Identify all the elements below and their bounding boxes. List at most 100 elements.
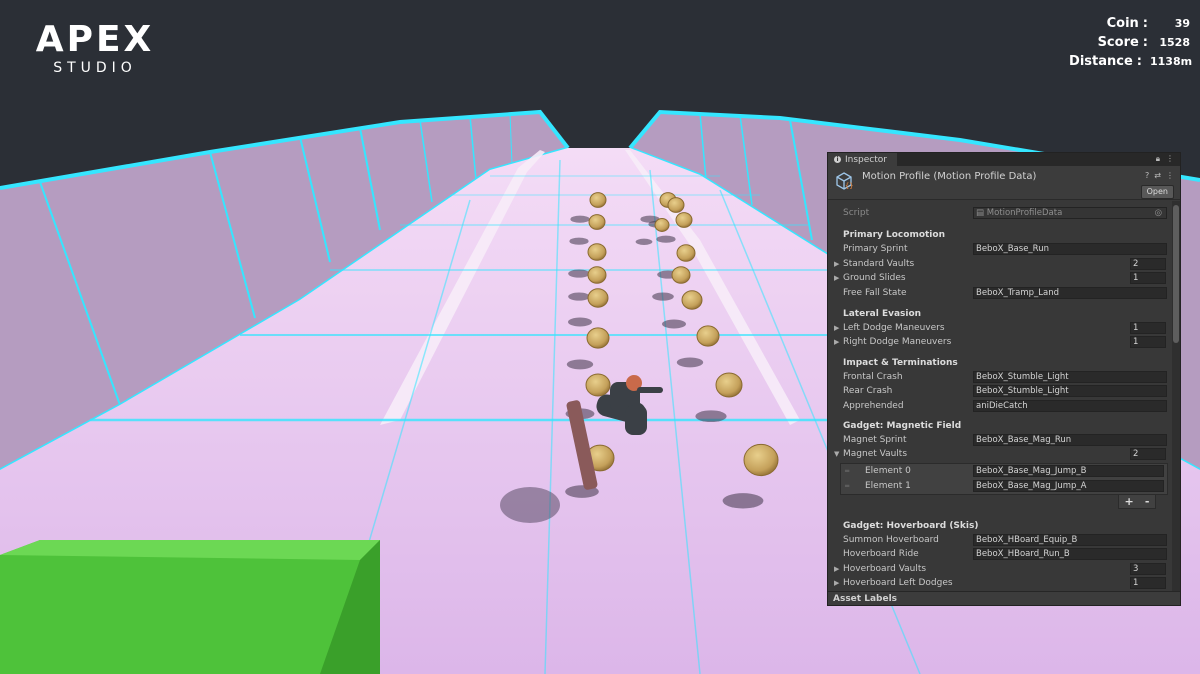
apprehended-field[interactable]: aniDieCatch — [973, 400, 1167, 412]
hoverboard-vaults-size[interactable]: 3 — [1130, 563, 1166, 575]
left-dodge-size[interactable]: 1 — [1130, 322, 1166, 334]
coin — [586, 327, 610, 349]
inspector-tabbar: i Inspector 🔒︎ ⋮ — [828, 153, 1180, 166]
tab-inspector-label: Inspector — [845, 154, 887, 165]
expand-arrow-icon[interactable]: ▶ — [834, 579, 839, 587]
remove-element-button[interactable]: - — [1145, 495, 1150, 508]
rear-crash-field[interactable]: BeboX_Stumble_Light — [973, 385, 1167, 397]
rear-crash-label: Rear Crash — [843, 386, 893, 396]
summon-hoverboard-field[interactable]: BeboX_HBoard_Equip_B — [973, 534, 1167, 546]
coin-shadow — [662, 319, 686, 329]
info-icon: i — [834, 156, 841, 163]
coin — [667, 197, 685, 213]
expand-arrow-icon[interactable]: ▶ — [834, 324, 839, 332]
magnet-vaults-label: Magnet Vaults — [843, 449, 908, 459]
primary-sprint-label: Primary Sprint — [843, 244, 908, 254]
section-hoverboard-title: Gadget: Hoverboard (Skis) — [843, 521, 979, 531]
studio-logo: APEX STUDIO — [30, 19, 160, 77]
coin-shadow — [676, 357, 704, 368]
row-hoverboard-left-dodges[interactable]: ▶ Hoverboard Left Dodges 1 — [828, 576, 1172, 590]
section-hoverboard: Gadget: Hoverboard (Skis) — [828, 519, 1172, 533]
coin-shadow — [722, 493, 764, 509]
inspector-body: Script ▤ MotionProfileData ◎ Primary Loc… — [828, 201, 1172, 591]
magnet-vaults-list: ═ Element 0 BeboX_Base_Mag_Jump_B ═ Elem… — [840, 463, 1168, 495]
hoverboard-left-dodges-size[interactable]: 1 — [1130, 577, 1166, 589]
right-dodge-size[interactable]: 1 — [1130, 336, 1166, 348]
coin — [676, 244, 696, 262]
open-button[interactable]: Open — [1140, 185, 1174, 199]
coin-shadow — [568, 292, 590, 301]
context-menu-icon[interactable]: ⋮ — [1166, 171, 1174, 180]
free-fall-field[interactable]: BeboX_Tramp_Land — [973, 287, 1167, 299]
free-fall-label: Free Fall State — [843, 288, 907, 298]
coin — [696, 325, 720, 347]
list-item[interactable]: ═ Element 1 BeboX_Base_Mag_Jump_A — [841, 479, 1167, 494]
expand-arrow-icon[interactable]: ▶ — [834, 274, 839, 282]
logo-main-text: APEX — [35, 19, 155, 60]
coin-shadow — [566, 359, 594, 370]
magnet-vaults-size[interactable]: 2 — [1130, 448, 1166, 460]
magnet-sprint-field[interactable]: BeboX_Base_Mag_Run — [973, 434, 1167, 446]
script-file-icon: ▤ — [976, 208, 987, 218]
list-item[interactable]: ═ Element 0 BeboX_Base_Mag_Jump_B — [841, 464, 1167, 479]
lock-icon[interactable]: 🔒︎ — [1156, 154, 1160, 164]
hud-score-colon: : — [1142, 35, 1148, 50]
inspector-scroll-thumb[interactable] — [1173, 205, 1179, 343]
row-hoverboard-vaults[interactable]: ▶ Hoverboard Vaults 3 — [828, 562, 1172, 576]
element-1-field[interactable]: BeboX_Base_Mag_Jump_A — [973, 480, 1164, 492]
preset-icon[interactable]: ⇄ — [1154, 171, 1161, 180]
hud-score-value: 1528 — [1159, 36, 1190, 49]
coin-shadow — [568, 317, 592, 327]
green-obstacle — [0, 540, 380, 674]
drag-handle-icon[interactable]: ═ — [845, 467, 849, 475]
element-0-field[interactable]: BeboX_Base_Mag_Jump_B — [973, 465, 1164, 477]
expand-arrow-icon[interactable]: ▶ — [834, 338, 839, 346]
row-standard-vaults[interactable]: ▶ Standard Vaults 2 — [828, 257, 1172, 271]
hud-score-label: Score — [1097, 35, 1139, 50]
row-ground-slides[interactable]: ▶ Ground Slides 1 — [828, 271, 1172, 285]
more-menu-icon[interactable]: ⋮ — [1166, 154, 1174, 164]
add-element-button[interactable]: + — [1125, 495, 1134, 508]
hoverboard-ride-field[interactable]: BeboX_HBoard_Run_B — [973, 548, 1167, 560]
frontal-crash-field[interactable]: BeboX_Stumble_Light — [973, 371, 1167, 383]
drag-handle-icon[interactable]: ═ — [845, 482, 849, 490]
asset-title: Motion Profile (Motion Profile Data) — [862, 171, 1037, 182]
asset-labels-bar[interactable]: Asset Labels — [828, 591, 1180, 605]
tab-inspector[interactable]: i Inspector — [828, 153, 897, 166]
script-field: ▤ MotionProfileData ◎ — [973, 207, 1167, 219]
coin-shadow — [569, 237, 589, 245]
coin-shadow — [695, 410, 727, 423]
left-dodge-label: Left Dodge Maneuvers — [843, 323, 945, 333]
coin — [715, 372, 743, 398]
script-row: Script ▤ MotionProfileData ◎ — [828, 206, 1172, 220]
section-magnet-title: Gadget: Magnetic Field — [843, 421, 962, 431]
collapse-arrow-icon[interactable]: ▼ — [834, 450, 839, 458]
section-magnet: Gadget: Magnetic Field — [828, 419, 1172, 433]
standard-vaults-size[interactable]: 2 — [1130, 258, 1166, 270]
coin — [588, 214, 606, 230]
apprehended-label: Apprehended — [843, 401, 904, 411]
coin — [587, 243, 607, 261]
coin — [675, 212, 693, 228]
row-rear-crash: Rear Crash BeboX_Stumble_Light — [828, 384, 1172, 398]
expand-arrow-icon[interactable]: ▶ — [834, 260, 839, 268]
hud-coin-label: Coin — [1106, 16, 1139, 31]
inspector-panel: i Inspector 🔒︎ ⋮ {} Motion Profile (Moti… — [827, 152, 1181, 606]
hud-distance-label: Distance — [1069, 54, 1133, 69]
ground-slides-size[interactable]: 1 — [1130, 272, 1166, 284]
row-right-dodge[interactable]: ▶ Right Dodge Maneuvers 1 — [828, 335, 1172, 349]
row-apprehended: Apprehended aniDieCatch — [828, 399, 1172, 413]
hoverboard-vaults-label: Hoverboard Vaults — [843, 564, 927, 574]
row-left-dodge[interactable]: ▶ Left Dodge Maneuvers 1 — [828, 321, 1172, 335]
expand-arrow-icon[interactable]: ▶ — [834, 565, 839, 573]
primary-sprint-field[interactable]: BeboX_Base_Run — [973, 243, 1167, 255]
row-magnet-vaults[interactable]: ▼ Magnet Vaults 2 — [828, 447, 1172, 461]
coin-shadow — [568, 269, 590, 278]
script-label: Script — [843, 208, 870, 218]
hud-coin-row: Coin : 39 — [1069, 14, 1190, 33]
row-magnet-sprint: Magnet Sprint BeboX_Base_Mag_Run — [828, 433, 1172, 447]
player-shadow — [500, 487, 560, 523]
help-icon[interactable]: ? — [1145, 171, 1149, 180]
object-picker-icon[interactable]: ◎ — [1155, 208, 1162, 218]
hoverboard-ride-label: Hoverboard Ride — [843, 549, 919, 559]
